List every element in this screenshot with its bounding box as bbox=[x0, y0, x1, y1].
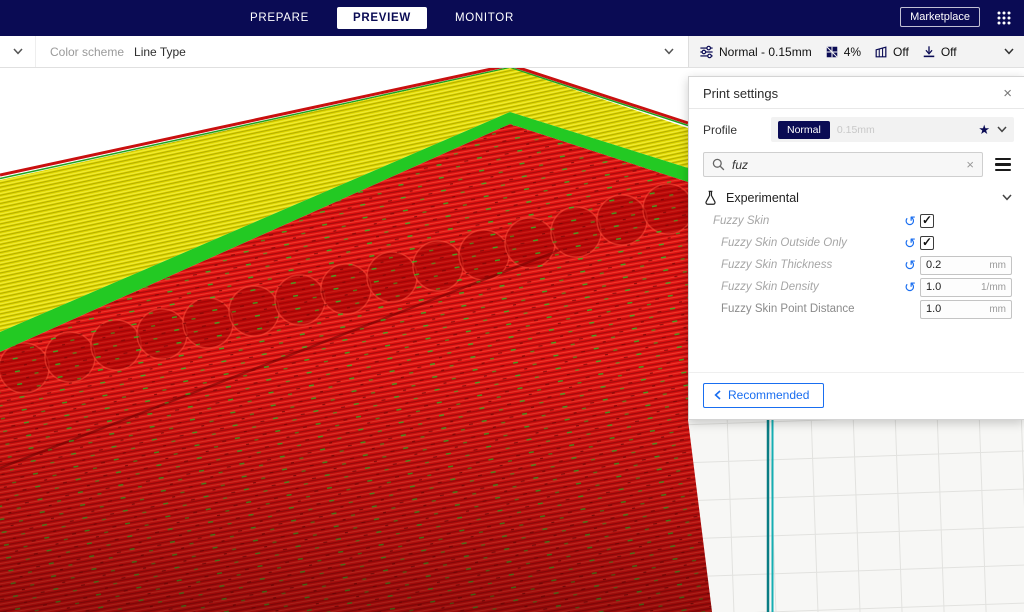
setting-label: Fuzzy Skin Thickness bbox=[721, 259, 833, 271]
color-scheme-value: Line Type bbox=[134, 44, 186, 59]
chevron-down-icon bbox=[664, 48, 674, 55]
fuzzy-skin-thickness-input[interactable] bbox=[926, 259, 968, 271]
chevron-down-icon bbox=[1002, 194, 1012, 201]
adhesion-summary: Off bbox=[922, 45, 957, 59]
search-input[interactable] bbox=[732, 157, 960, 172]
color-scheme-label: Color scheme bbox=[50, 44, 125, 59]
clear-search-icon[interactable]: × bbox=[966, 158, 974, 171]
print-settings-panel: Print settings × Profile Normal 0.15mm ★… bbox=[688, 76, 1024, 420]
tab-monitor[interactable]: MONITOR bbox=[445, 7, 524, 29]
reset-icon[interactable]: ↺ bbox=[900, 214, 920, 228]
fuzzy-skin-outside-only-checkbox[interactable] bbox=[920, 235, 934, 250]
recommended-button[interactable]: Recommended bbox=[703, 383, 825, 408]
recommended-label: Recommended bbox=[728, 388, 810, 402]
unit-label: mm bbox=[989, 303, 1006, 315]
profile-dropdown[interactable]: Normal 0.15mm ★ bbox=[771, 117, 1014, 142]
main-header: PREPARE PREVIEW MONITOR Marketplace bbox=[0, 0, 1024, 36]
setting-row-fuzzy-skin-outside-only: Fuzzy Skin Outside Only ↺ bbox=[689, 232, 1024, 254]
section-experimental[interactable]: Experimental bbox=[689, 183, 1024, 210]
profile-summary-text: Normal - 0.15mm bbox=[719, 44, 812, 59]
reset-icon[interactable]: ↺ bbox=[900, 280, 920, 294]
section-label: Experimental bbox=[726, 190, 799, 205]
application-grid-icon[interactable] bbox=[994, 8, 1014, 28]
setting-row-fuzzy-skin-density: Fuzzy Skin Density ↺ 1/mm bbox=[689, 276, 1024, 298]
close-icon[interactable]: × bbox=[1003, 86, 1012, 101]
reset-icon[interactable]: ↺ bbox=[900, 236, 920, 250]
support-summary: Off bbox=[874, 45, 909, 59]
tune-sliders-icon bbox=[700, 45, 713, 58]
print-setup-summary[interactable]: Normal - 0.15mm 4% Off Off bbox=[688, 36, 1024, 67]
stage-tabs: PREPARE PREVIEW MONITOR bbox=[240, 0, 524, 36]
setting-label: Fuzzy Skin bbox=[713, 215, 770, 227]
view-options-collapse[interactable] bbox=[0, 36, 36, 67]
panel-title: Print settings bbox=[703, 86, 779, 101]
setting-row-fuzzy-skin-thickness: Fuzzy Skin Thickness ↺ mm bbox=[689, 254, 1024, 276]
infill-summary: 4% bbox=[825, 45, 861, 59]
settings-search[interactable]: × bbox=[703, 152, 983, 177]
fuzzy-skin-thickness-field[interactable]: mm bbox=[920, 255, 1012, 275]
profile-label: Profile bbox=[703, 122, 738, 137]
fuzzy-skin-density-field[interactable]: 1/mm bbox=[920, 277, 1012, 297]
setting-label: Fuzzy Skin Density bbox=[721, 281, 819, 293]
marketplace-button[interactable]: Marketplace bbox=[900, 7, 980, 27]
setting-row-fuzzy-skin-point-distance: Fuzzy Skin Point Distance mm bbox=[689, 298, 1024, 320]
unit-label: mm bbox=[989, 259, 1006, 271]
adhesion-icon bbox=[923, 45, 935, 57]
infill-icon bbox=[826, 45, 838, 58]
reset-icon[interactable]: ↺ bbox=[900, 258, 920, 272]
fuzzy-skin-density-input[interactable] bbox=[926, 281, 968, 293]
beaker-icon bbox=[705, 190, 716, 205]
adhesion-state-text: Off bbox=[940, 44, 957, 59]
chevron-down-icon bbox=[12, 48, 23, 55]
fuzzy-skin-checkbox[interactable] bbox=[920, 213, 934, 228]
chevron-down-icon bbox=[997, 126, 1007, 133]
profile-detail: 0.15mm bbox=[836, 123, 875, 136]
stage-toolbar: Color scheme Line Type Normal - 0.15mm 4… bbox=[0, 36, 1024, 68]
favorite-star-icon[interactable]: ★ bbox=[978, 123, 990, 136]
profile-summary: Normal - 0.15mm bbox=[699, 45, 812, 59]
chevron-down-icon bbox=[1004, 48, 1014, 55]
chevron-left-icon bbox=[714, 390, 721, 400]
support-state-text: Off bbox=[893, 44, 909, 59]
infill-percent-text: 4% bbox=[843, 44, 862, 59]
setting-label: Fuzzy Skin Point Distance bbox=[721, 303, 855, 315]
support-icon bbox=[875, 45, 887, 57]
settings-menu-icon[interactable] bbox=[994, 155, 1012, 174]
fuzzy-skin-point-distance-input[interactable] bbox=[926, 303, 968, 315]
setting-label: Fuzzy Skin Outside Only bbox=[721, 237, 847, 249]
tab-preview[interactable]: PREVIEW bbox=[337, 7, 427, 29]
setting-row-fuzzy-skin: Fuzzy Skin ↺ bbox=[689, 210, 1024, 232]
color-scheme-dropdown[interactable]: Color scheme Line Type bbox=[36, 36, 688, 67]
profile-chip: Normal bbox=[778, 120, 830, 139]
unit-label: 1/mm bbox=[981, 281, 1006, 293]
tab-prepare[interactable]: PREPARE bbox=[240, 7, 319, 29]
fuzzy-skin-point-distance-field[interactable]: mm bbox=[920, 299, 1012, 319]
search-icon bbox=[712, 158, 725, 171]
